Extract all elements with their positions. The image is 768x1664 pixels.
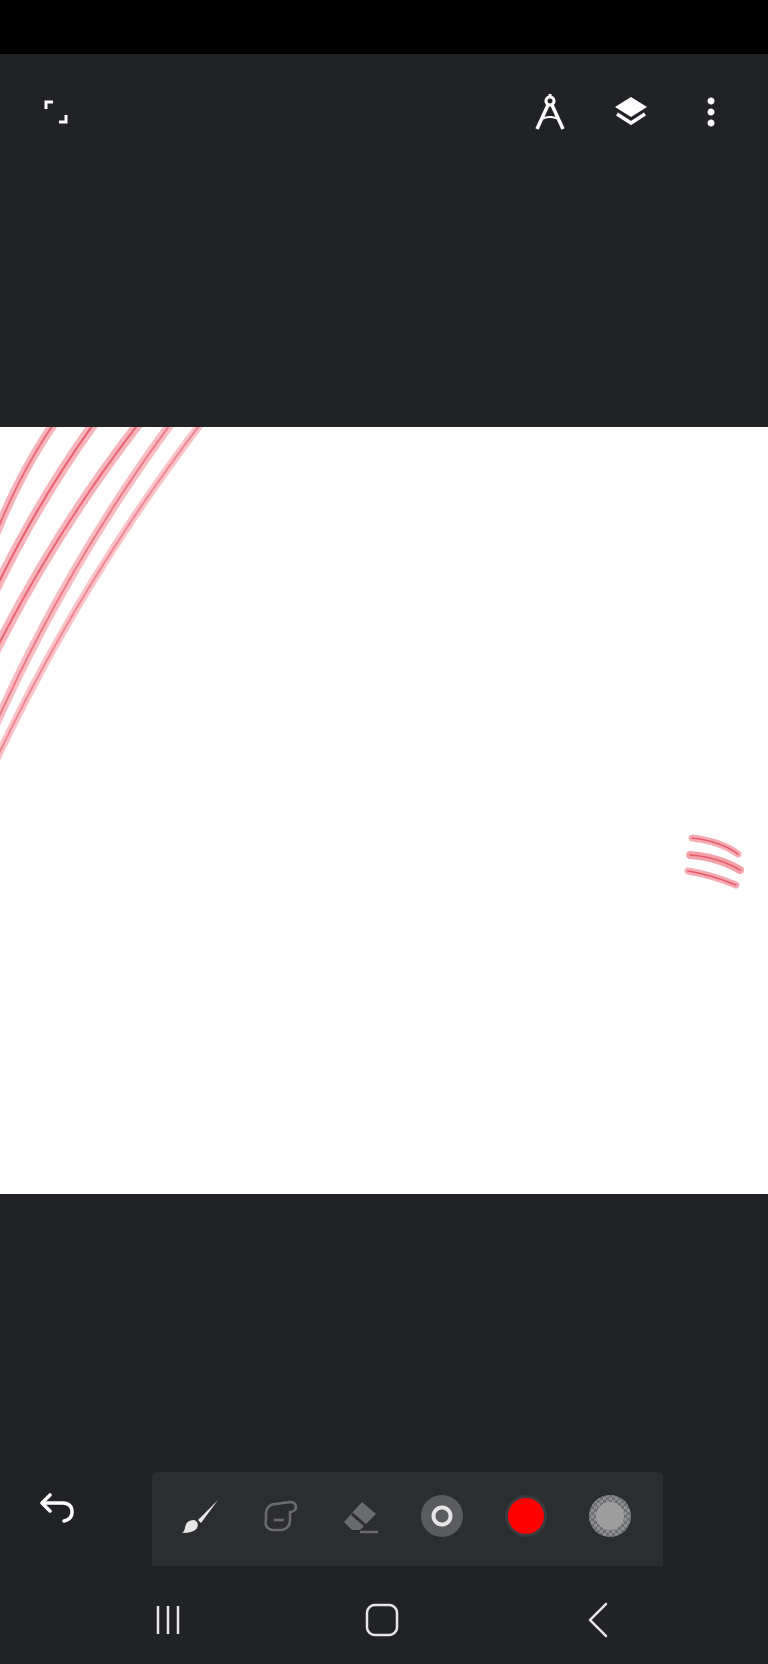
back-button[interactable]	[568, 1592, 628, 1652]
status-bar	[0, 0, 768, 54]
eraser-tool-button[interactable]	[332, 1490, 388, 1546]
more-vert-icon	[706, 96, 716, 128]
undo-icon	[36, 1492, 76, 1528]
brush-size-icon	[420, 1494, 464, 1543]
smudge-tool-button[interactable]	[252, 1490, 308, 1546]
top-toolbar	[0, 54, 768, 170]
undo-button[interactable]	[30, 1484, 82, 1536]
home-icon	[365, 1603, 399, 1642]
color-picker-button[interactable]	[498, 1490, 554, 1546]
layers-icon	[613, 95, 649, 129]
ruler-button[interactable]	[522, 84, 578, 140]
ruler-compass-icon	[533, 93, 567, 131]
smudge-icon	[260, 1498, 300, 1539]
brush-tool-button[interactable]	[172, 1490, 228, 1546]
eraser-icon	[340, 1498, 380, 1539]
drawing-canvas[interactable]	[0, 427, 768, 1194]
navigation-bar	[0, 1578, 768, 1664]
fullscreen-icon	[42, 98, 70, 126]
canvas-strokes	[0, 427, 744, 889]
tool-tray	[152, 1472, 663, 1566]
recent-apps-button[interactable]	[138, 1592, 198, 1652]
layers-button[interactable]	[603, 84, 659, 140]
back-icon	[586, 1602, 610, 1643]
opacity-swatch	[588, 1494, 632, 1543]
opacity-button[interactable]	[582, 1490, 638, 1546]
fullscreen-button[interactable]	[28, 84, 84, 140]
color-swatch	[504, 1494, 548, 1543]
home-button[interactable]	[352, 1592, 412, 1652]
brush-size-button[interactable]	[414, 1490, 470, 1546]
recent-apps-icon	[152, 1604, 184, 1641]
more-options-button[interactable]	[683, 84, 739, 140]
brush-icon	[180, 1498, 220, 1539]
